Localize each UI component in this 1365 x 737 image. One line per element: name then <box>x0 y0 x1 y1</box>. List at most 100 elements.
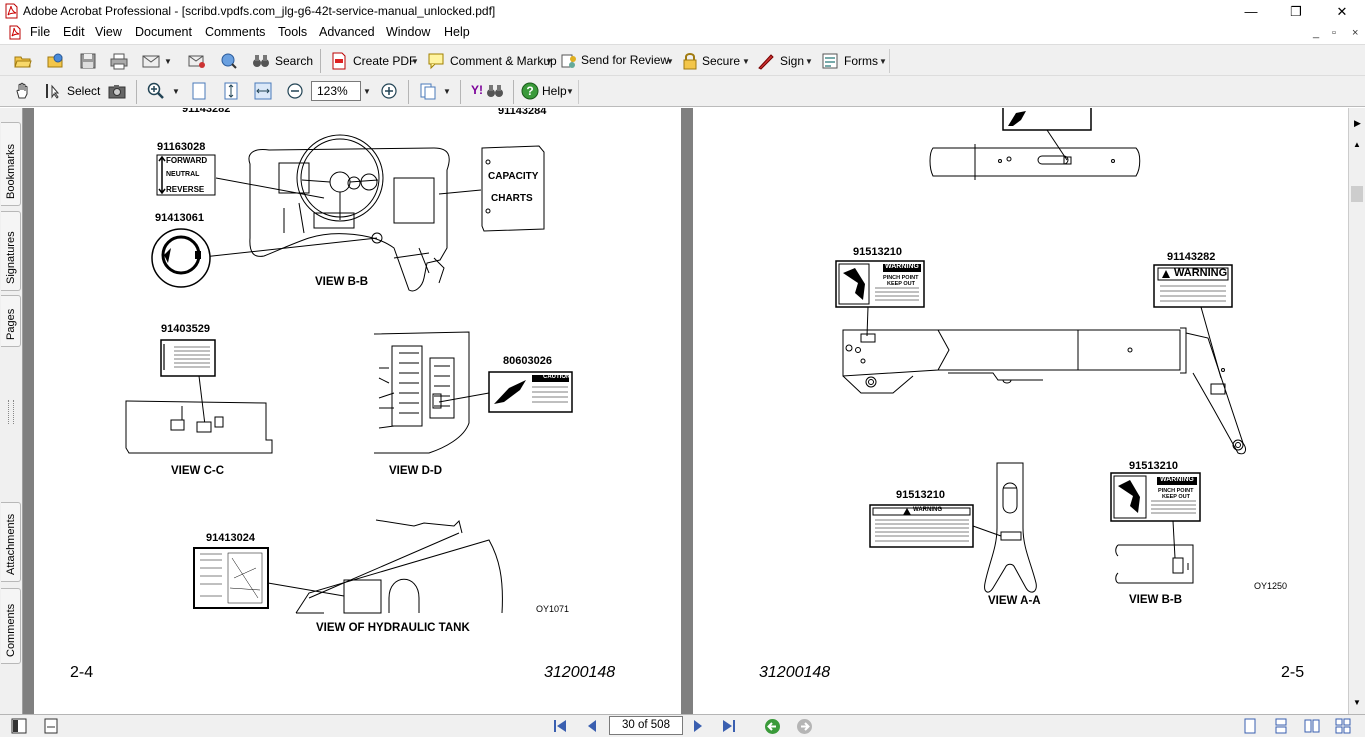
tab-pages[interactable]: Pages <box>1 295 21 347</box>
send-review-button[interactable]: Send for Review <box>581 53 669 67</box>
zoom-level-dropdown-icon[interactable]: ▼ <box>363 87 371 96</box>
email-attach-icon[interactable] <box>188 52 206 70</box>
document-icon[interactable] <box>8 25 22 40</box>
send-review-dropdown-icon[interactable]: ▼ <box>666 57 674 66</box>
tab-signatures[interactable]: Signatures <box>1 211 21 291</box>
tab-comments[interactable]: Comments <box>1 588 21 664</box>
menu-edit[interactable]: Edit <box>63 25 85 39</box>
single-page-icon[interactable] <box>1242 718 1258 734</box>
sign-button[interactable]: Sign <box>780 54 804 68</box>
email-dropdown-icon[interactable]: ▼ <box>164 57 172 66</box>
search-button[interactable]: Search <box>275 54 313 68</box>
zoom-in-plus-icon[interactable] <box>380 82 398 100</box>
part-number: 91143282 <box>1167 251 1216 263</box>
doc-close-button[interactable]: × <box>1352 27 1358 39</box>
email-icon[interactable] <box>142 52 160 70</box>
tab-attachments[interactable]: Attachments <box>1 502 21 582</box>
print-icon[interactable] <box>110 52 128 70</box>
help-button[interactable]: Help <box>542 84 567 98</box>
open-folder-icon[interactable] <box>14 52 32 70</box>
zoom-out-icon[interactable] <box>286 82 304 100</box>
page-number-input[interactable]: 30 of 508 <box>609 716 683 735</box>
secure-button[interactable]: Secure <box>702 54 740 68</box>
comment-markup-button[interactable]: Comment & Markup <box>450 54 557 68</box>
menu-tools[interactable]: Tools <box>278 25 307 39</box>
zoom-level-input[interactable]: 123% <box>311 81 361 101</box>
file-toolbar: ▼ Search Create PDF ▼ Comment & Markup ▼… <box>0 44 1365 76</box>
fit-page-icon[interactable] <box>222 82 240 100</box>
doc-minimize-button[interactable]: _ <box>1313 27 1319 39</box>
minimize-button[interactable]: — <box>1228 0 1274 23</box>
fit-width-icon[interactable] <box>254 82 272 100</box>
save-icon[interactable] <box>79 52 97 70</box>
forms-dropdown-icon[interactable]: ▼ <box>879 57 887 66</box>
vertical-scrollbar[interactable]: ▶ ▲ ▼ <box>1348 108 1365 714</box>
comment-markup-dropdown-icon[interactable]: ▼ <box>545 57 553 66</box>
web-search-icon[interactable] <box>220 52 238 70</box>
nav-pane-toggle-icon[interactable] <box>11 718 27 734</box>
rotate-view-icon[interactable] <box>419 82 437 100</box>
keep-out-text: KEEP OUT <box>887 281 916 287</box>
scroll-right-arrow-icon[interactable]: ▶ <box>1351 118 1364 132</box>
first-page-icon[interactable] <box>552 718 568 734</box>
help-icon[interactable]: ? <box>521 82 539 100</box>
keep-out-text: KEEP OUT <box>1162 494 1191 500</box>
scroll-thumb[interactable] <box>1351 186 1363 202</box>
restore-button[interactable]: ❐ <box>1273 0 1319 23</box>
last-page-icon[interactable] <box>721 718 737 734</box>
menu-help[interactable]: Help <box>444 25 470 39</box>
previous-page-icon[interactable] <box>584 718 600 734</box>
forms-icon[interactable] <box>821 52 839 70</box>
binoculars-icon[interactable] <box>486 82 504 100</box>
panel-resize-handle[interactable] <box>8 400 14 424</box>
view-label: VIEW B-B <box>1129 594 1183 606</box>
rotate-dropdown-icon[interactable]: ▼ <box>443 87 451 96</box>
zoom-tool-dropdown-icon[interactable]: ▼ <box>172 87 180 96</box>
snapshot-icon[interactable] <box>108 82 126 100</box>
facing-icon[interactable] <box>1304 718 1320 734</box>
previous-view-icon[interactable] <box>764 718 781 735</box>
next-page-icon[interactable] <box>690 718 706 734</box>
continuous-facing-icon[interactable] <box>1335 718 1351 734</box>
scroll-up-arrow-icon[interactable]: ▲ <box>1353 140 1361 149</box>
actual-size-icon[interactable] <box>190 82 208 100</box>
comment-markup-icon[interactable] <box>427 52 445 70</box>
lock-icon[interactable] <box>681 52 699 70</box>
yahoo-search-button[interactable]: Y! <box>471 83 483 97</box>
toolbar-separator <box>513 80 514 104</box>
sign-pen-icon[interactable] <box>757 52 775 70</box>
create-pdf-dropdown-icon[interactable]: ▼ <box>411 57 419 66</box>
zoom-in-icon[interactable] <box>147 82 165 100</box>
select-tool-icon[interactable] <box>44 82 62 100</box>
navigation-panel: Bookmarks Signatures Pages Attachments C… <box>0 108 23 714</box>
select-tool-button[interactable]: Select <box>67 84 100 98</box>
forms-button[interactable]: Forms <box>844 54 878 68</box>
menu-comments[interactable]: Comments <box>205 25 265 39</box>
scroll-down-arrow-icon[interactable]: ▼ <box>1353 698 1361 707</box>
organizer-icon[interactable] <box>46 52 64 70</box>
send-review-icon[interactable] <box>560 52 578 70</box>
create-pdf-icon[interactable] <box>330 52 348 70</box>
menu-view[interactable]: View <box>95 25 122 39</box>
menu-document[interactable]: Document <box>135 25 192 39</box>
page-right-drawing <box>835 108 1246 593</box>
tab-bookmarks[interactable]: Bookmarks <box>1 122 21 206</box>
continuous-icon[interactable] <box>1273 718 1289 734</box>
doc-restore-button[interactable]: ▫ <box>1332 27 1336 39</box>
decal-neutral-text: NEUTRAL <box>166 171 200 178</box>
search-binoculars-icon[interactable] <box>252 52 270 70</box>
menu-advanced[interactable]: Advanced <box>319 25 375 39</box>
hand-tool-icon[interactable] <box>14 82 32 100</box>
part-number: 91413024 <box>206 532 255 544</box>
secure-dropdown-icon[interactable]: ▼ <box>742 57 750 66</box>
help-dropdown-icon[interactable]: ▼ <box>566 87 574 96</box>
menu-window[interactable]: Window <box>386 25 430 39</box>
close-button[interactable]: ✕ <box>1319 0 1365 23</box>
title-bar: Adobe Acrobat Professional - [scribd.vpd… <box>0 0 1365 23</box>
menu-file[interactable]: File <box>30 25 50 39</box>
create-pdf-button[interactable]: Create PDF <box>353 54 416 68</box>
next-view-icon[interactable] <box>796 718 813 735</box>
page-size-icon[interactable] <box>43 718 59 734</box>
tab-signatures-label: Signatures <box>5 231 17 284</box>
sign-dropdown-icon[interactable]: ▼ <box>805 57 813 66</box>
